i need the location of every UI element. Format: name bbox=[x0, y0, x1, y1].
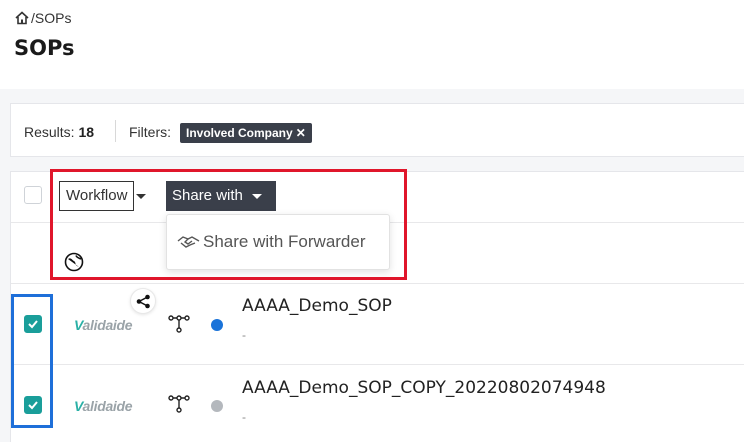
sop-name-link[interactable]: AAAA_Demo_SOP_COPY_20220802074948 bbox=[242, 378, 606, 398]
filter-chip-label: Involved Company bbox=[186, 126, 293, 140]
close-icon[interactable]: ✕ bbox=[296, 126, 306, 140]
separator bbox=[0, 89, 744, 103]
breadcrumb: /SOPs bbox=[14, 10, 71, 26]
share-icon-button[interactable] bbox=[130, 288, 156, 314]
company-logo: Validaide bbox=[74, 398, 133, 414]
status-dot bbox=[211, 400, 223, 412]
workflow-icon[interactable] bbox=[168, 314, 190, 334]
status-dot bbox=[211, 319, 223, 331]
highlight-box-checkboxes bbox=[11, 294, 53, 428]
filters-label: Filters: bbox=[129, 124, 171, 140]
row-divider bbox=[11, 364, 744, 365]
row-divider bbox=[11, 283, 744, 284]
results-count: Results: 18 bbox=[24, 124, 94, 140]
sop-subtitle: - bbox=[242, 410, 246, 424]
breadcrumb-link-sops[interactable]: /SOPs bbox=[31, 10, 71, 26]
page-header: /SOPs SOPs bbox=[0, 0, 744, 89]
results-value: 18 bbox=[78, 124, 95, 140]
home-icon[interactable] bbox=[14, 10, 30, 26]
company-logo: Validaide bbox=[74, 317, 133, 333]
results-bar: Results: 18 Filters: Involved Company ✕ bbox=[10, 103, 744, 157]
divider bbox=[115, 120, 116, 142]
sop-subtitle: - bbox=[242, 328, 246, 342]
sop-name-link[interactable]: AAAA_Demo_SOP bbox=[242, 296, 392, 316]
filter-chip-involved-company[interactable]: Involved Company ✕ bbox=[180, 123, 312, 143]
highlight-box-toolbar bbox=[50, 169, 407, 280]
workflow-icon[interactable] bbox=[168, 394, 190, 414]
results-label: Results: bbox=[24, 124, 75, 140]
share-icon bbox=[136, 294, 150, 309]
select-all-checkbox[interactable] bbox=[24, 186, 42, 204]
page-title: SOPs bbox=[14, 36, 75, 60]
